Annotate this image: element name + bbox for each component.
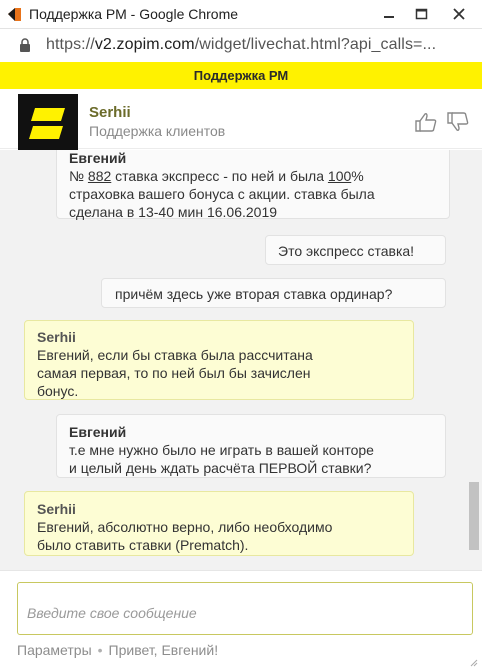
maximize-button[interactable] xyxy=(408,5,434,23)
message-input-box[interactable] xyxy=(17,582,473,635)
settings-link[interactable]: Параметры xyxy=(17,642,92,658)
message-composer: Параметры • Привет, Евгений! xyxy=(0,570,482,671)
thumbs-down-icon[interactable] xyxy=(446,111,470,133)
url-scheme: https:// xyxy=(46,36,95,53)
chat-header-bar: Поддержка РМ xyxy=(0,62,482,89)
lock-icon xyxy=(20,38,30,52)
message-text: т.е мне нужно было не играть в вашей кон… xyxy=(69,442,374,458)
minimize-icon xyxy=(384,16,394,18)
message-sender: Евгений xyxy=(69,424,127,440)
close-icon xyxy=(453,8,465,20)
message-text: и целый день ждать расчёта ПЕРВОЙ ставки… xyxy=(69,460,372,476)
bet-number-link[interactable]: 882 xyxy=(88,168,111,184)
chat-header-title: Поддержка РМ xyxy=(193,68,289,83)
minimize-button[interactable] xyxy=(376,5,402,23)
message-text: Это экспресс ставка! xyxy=(278,243,415,259)
message-sender: Serhii xyxy=(37,329,76,345)
message-sender: Евгений xyxy=(69,150,127,166)
message-visitor: Евгений № 882 ставка экспресс - по ней и… xyxy=(56,150,450,220)
chrome-app-icon xyxy=(8,8,21,21)
window-title: Поддержка РМ - Google Chrome xyxy=(29,6,239,22)
message-text: самая первая, то по ней был бы зачислен xyxy=(37,365,311,381)
window-title-bar: Поддержка РМ - Google Chrome xyxy=(0,0,482,29)
message-visitor: Это экспресс ставка! xyxy=(265,235,446,265)
thumbs-up-icon[interactable] xyxy=(414,111,438,133)
percent-link[interactable]: 100 xyxy=(328,168,351,184)
message-text: Евгений, абсолютно верно, либо необходим… xyxy=(37,519,333,535)
message-text: сделана в 13-40 мин 16.06.2019 xyxy=(69,204,278,220)
message-text: № 882 ставка экспресс - по ней и была 10… xyxy=(69,168,364,184)
message-visitor: причём здесь уже вторая ставка ординар? xyxy=(101,278,446,308)
message-agent: Serhii Евгений, абсолютно верно, либо не… xyxy=(24,491,414,556)
message-text: причём здесь уже вторая ставка ординар? xyxy=(115,286,393,302)
message-agent: Serhii Евгений, если бы ставка была расс… xyxy=(24,320,414,400)
message-visitor: Евгений т.е мне нужно было не играть в в… xyxy=(56,414,446,478)
resize-grip-icon[interactable] xyxy=(470,659,478,667)
url-text[interactable]: https://v2.zopim.com/widget/livechat.htm… xyxy=(46,36,436,54)
message-text: бонус. xyxy=(37,383,79,399)
brand-logo xyxy=(18,94,78,154)
message-input[interactable] xyxy=(18,583,472,634)
agent-header: Serhii Поддержка клиентов xyxy=(0,89,482,154)
chat-scrollbar-thumb[interactable] xyxy=(469,482,479,550)
message-text: страховка вашего бонуса с акции. ставка … xyxy=(69,186,375,202)
agent-role: Поддержка клиентов xyxy=(89,123,226,139)
url-host: v2.zopim.com xyxy=(94,36,195,53)
message-text: было ставить ставки (Prematch). xyxy=(37,537,249,553)
footer-separator: • xyxy=(97,642,103,658)
greeting-text: Привет, Евгений! xyxy=(108,642,219,658)
url-path: /widget/livechat.html?api_calls=... xyxy=(194,36,437,53)
chat-footer: Параметры • Привет, Евгений! xyxy=(17,642,218,658)
maximize-icon xyxy=(415,8,427,20)
chat-transcript[interactable]: Евгений № 882 ставка экспресс - по ней и… xyxy=(0,150,482,570)
agent-name: Serhii xyxy=(89,104,131,121)
message-sender: Serhii xyxy=(37,501,76,517)
message-text: Евгений, если бы ставка была рассчитана xyxy=(37,347,313,363)
close-button[interactable] xyxy=(440,5,478,23)
